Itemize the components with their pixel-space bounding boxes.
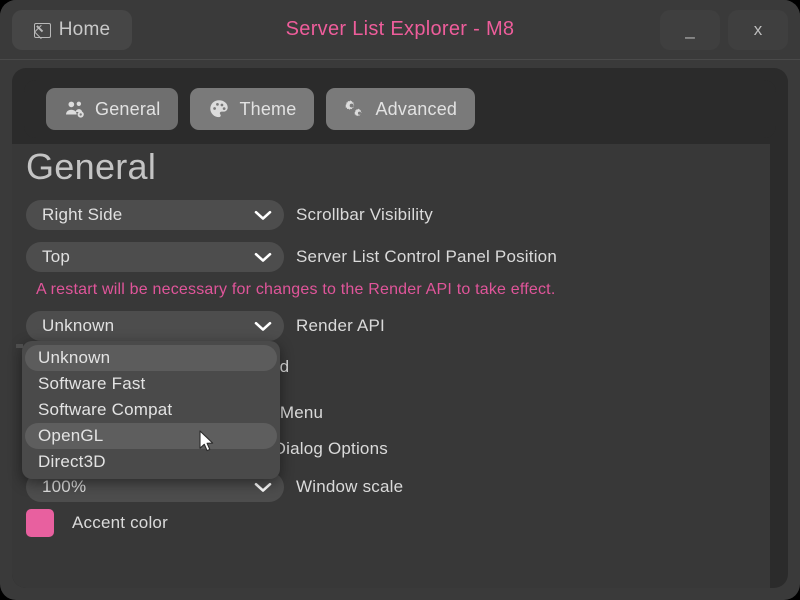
chevron-down-icon: [254, 252, 272, 262]
close-button[interactable]: x: [728, 10, 788, 50]
control-panel-position-label: Server List Control Panel Position: [296, 247, 557, 266]
setting-row-scrollbar-visibility: Right Side Scrollbar Visibility: [26, 200, 433, 230]
chevron-down-icon: [254, 210, 272, 220]
setting-row-render-api: Unknown Render API: [26, 311, 385, 341]
application-window: Home Server List Explorer - M8 _ x Gener…: [0, 0, 800, 600]
scrollbar-visibility-label: Scrollbar Visibility: [296, 205, 433, 224]
combobox-underlay-sliver: [16, 344, 23, 348]
section-heading: General: [26, 146, 157, 187]
title-bar: Home Server List Explorer - M8 _ x: [0, 0, 800, 60]
render-api-label: Render API: [296, 316, 385, 335]
dropdown-option-software-compat[interactable]: Software Compat: [25, 397, 277, 423]
control-panel-position-value: Top: [42, 247, 71, 266]
window-scale-value: 100%: [42, 477, 87, 496]
tab-theme[interactable]: Theme: [190, 88, 315, 130]
window-arrow-icon: [33, 22, 51, 38]
minimize-button[interactable]: _: [660, 10, 720, 50]
chevron-down-icon: [254, 482, 272, 492]
accent-color-swatch[interactable]: [26, 509, 54, 537]
people-gear-icon: [66, 101, 84, 118]
dropdown-option-direct3d[interactable]: Direct3D: [25, 449, 277, 475]
palette-icon: [210, 100, 229, 118]
render-api-value: Unknown: [42, 316, 115, 335]
scrollbar-visibility-combobox[interactable]: Right Side: [26, 200, 284, 230]
content-panel: General Theme Advanced General Right Sid…: [12, 68, 788, 588]
render-api-restart-warning: A restart will be necessary for changes …: [36, 281, 556, 298]
setting-row-control-panel-position: Top Server List Control Panel Position: [26, 242, 557, 272]
accent-color-label: Accent color: [72, 513, 168, 532]
home-button-label: Home: [58, 19, 111, 40]
render-api-dropdown-list[interactable]: Unknown Software Fast Software Compat Op…: [22, 341, 280, 479]
dropdown-option-opengl[interactable]: OpenGL: [25, 423, 277, 449]
dropdown-option-unknown[interactable]: Unknown: [25, 345, 277, 371]
scrollbar-visibility-value: Right Side: [42, 205, 123, 224]
setting-row-accent-color: Accent color: [26, 508, 168, 538]
dropdown-option-software-fast[interactable]: Software Fast: [25, 371, 277, 397]
tab-general-label: General: [95, 98, 161, 119]
home-button[interactable]: Home: [12, 10, 132, 50]
control-panel-position-combobox[interactable]: Top: [26, 242, 284, 272]
tab-advanced-label: Advanced: [375, 98, 458, 119]
gears-icon: [345, 100, 363, 117]
chevron-down-icon: [254, 321, 272, 331]
window-chrome: Home Server List Explorer - M8 _ x Gener…: [0, 0, 800, 600]
window-scale-label: Window scale: [296, 477, 404, 496]
tab-advanced[interactable]: Advanced: [326, 88, 476, 130]
tab-theme-label: Theme: [239, 98, 297, 119]
tab-general[interactable]: General: [46, 88, 179, 130]
render-api-combobox[interactable]: Unknown: [26, 311, 284, 341]
tab-bar: General Theme Advanced: [24, 80, 776, 138]
